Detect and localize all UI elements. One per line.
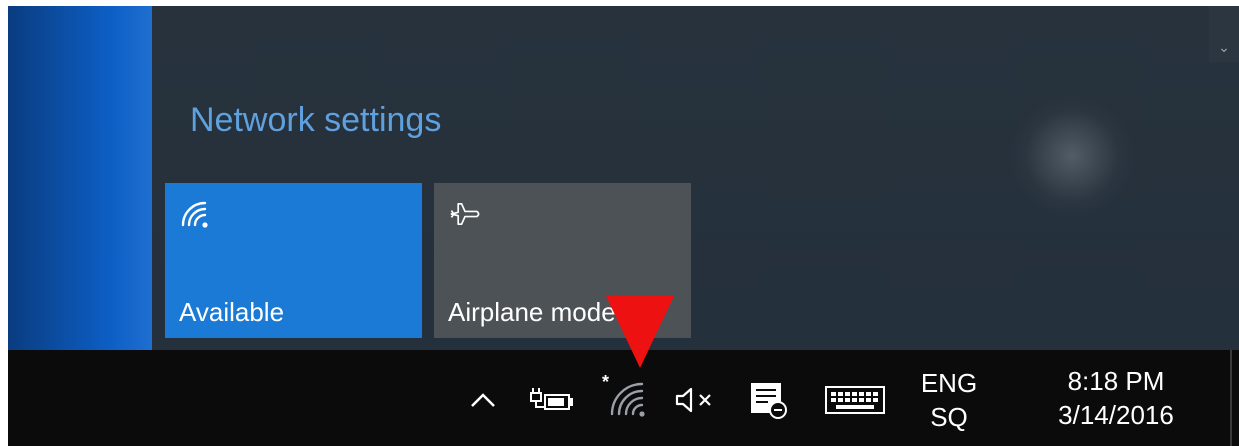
wifi-quick-action-tile[interactable]: Available xyxy=(165,183,422,338)
airplane-tile-label: Airplane mode xyxy=(448,297,616,327)
clock-date: 3/14/2016 xyxy=(1058,400,1174,430)
blurred-background-shape xyxy=(1012,96,1132,216)
screen: ⌄ Network settings Available Airplane mo… xyxy=(8,6,1239,446)
clock-date-button[interactable]: 8:18 PM 3/14/2016 xyxy=(1026,364,1206,432)
airplane-icon xyxy=(450,202,480,226)
action-center-button[interactable] xyxy=(743,378,793,422)
chevron-up-icon xyxy=(471,393,495,407)
keyboard-layout-code: SQ xyxy=(930,402,968,432)
clock-time: 8:18 PM xyxy=(1067,366,1165,396)
action-center-icon xyxy=(751,383,787,419)
power-tray-button[interactable] xyxy=(526,380,578,420)
svg-text:*: * xyxy=(602,374,609,392)
volume-tray-button[interactable] xyxy=(670,380,722,420)
touch-keyboard-button[interactable] xyxy=(820,380,890,420)
desktop-background xyxy=(8,6,152,350)
input-language-indicator[interactable]: ENG SQ xyxy=(910,368,988,432)
wifi-icon xyxy=(181,201,208,228)
volume-muted-icon xyxy=(675,387,711,413)
language-code: ENG xyxy=(920,368,978,398)
battery-plug-icon xyxy=(530,388,573,410)
scroll-down-chevron-icon[interactable]: ⌄ xyxy=(1209,6,1239,62)
show-hidden-icons-button[interactable] xyxy=(463,380,503,420)
keyboard-icon xyxy=(825,386,885,414)
wifi-disconnected-icon: * xyxy=(602,374,645,417)
wifi-tile-label: Available xyxy=(179,297,285,327)
show-desktop-divider[interactable] xyxy=(1230,350,1232,446)
network-tray-button[interactable]: * xyxy=(600,372,650,420)
red-arrow-pointer-icon xyxy=(606,296,674,368)
network-settings-link[interactable]: Network settings xyxy=(190,101,441,140)
